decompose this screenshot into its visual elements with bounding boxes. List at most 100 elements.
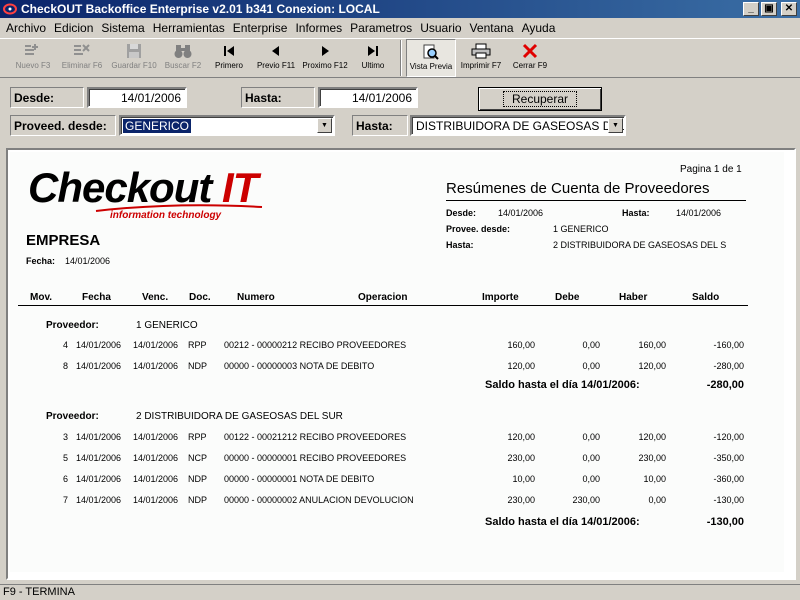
col-saldo: Saldo (692, 292, 720, 303)
saldo-label: Saldo hasta el día 14/01/2006: (485, 516, 640, 528)
proveed-hasta-value: DISTRIBUIDORA DE GASEOSAS DEL S (416, 119, 626, 133)
preview-icon (422, 42, 440, 62)
menu-ventana[interactable]: Ventana (466, 21, 518, 35)
cerrar-label: Cerrar F9 (512, 61, 548, 70)
col-numero: Numero (237, 292, 275, 303)
previo-label: Previo F11 (256, 61, 296, 70)
col-importe: Importe (482, 292, 519, 303)
proximo-button[interactable]: Proximo F12 (300, 39, 350, 77)
hdr-hasta-value: 14/01/2006 (676, 208, 722, 218)
toolbar: Nuevo F3 Eliminar F6 Guardar F10 Buscar … (0, 38, 800, 78)
title-underline (446, 200, 746, 201)
nuevo-button[interactable]: Nuevo F3 (10, 39, 56, 77)
menu-enterprise[interactable]: Enterprise (229, 21, 292, 35)
proveed-desde-label: Proveed. desde: (10, 115, 116, 136)
title-bar: CheckOUT Backoffice Enterprise v2.01 b34… (0, 0, 800, 18)
status-text: F9 - TERMINA (3, 586, 75, 598)
chevron-down-icon[interactable]: ▼ (317, 118, 332, 133)
hdr-desde-label: Desde: (446, 208, 477, 218)
header-rule (18, 305, 748, 306)
proveed-desde-combo[interactable]: GENERICO ▼ (119, 115, 335, 136)
recuperar-button[interactable]: Recuperar (478, 87, 602, 111)
report-title: Resúmenes de Cuenta de Proveedores (446, 180, 710, 197)
saldo-label: Saldo hasta el día 14/01/2006: (485, 379, 640, 391)
menu-sistema[interactable]: Sistema (97, 21, 148, 35)
col-operacion: Operacion (358, 292, 408, 303)
col-mov: Mov. (30, 292, 53, 303)
previous-record-icon (269, 41, 283, 61)
logo-tagline: information technology (110, 210, 222, 221)
col-haber: Haber (619, 292, 648, 303)
toolbar-separator (400, 40, 402, 76)
eliminar-label: Eliminar F6 (61, 61, 103, 70)
binoculars-icon (174, 41, 192, 61)
hdr-prov-desde-value: 1 GENERICO (553, 224, 609, 234)
minimize-button[interactable]: _ (743, 2, 759, 16)
menu-informes[interactable]: Informes (291, 21, 346, 35)
delete-icon (73, 41, 91, 61)
group-name: 1 GENERICO (136, 320, 198, 331)
vista-previa-button[interactable]: Vista Previa (406, 39, 456, 77)
buscar-button[interactable]: Buscar F2 (160, 39, 206, 77)
close-window-button[interactable]: ✕ (781, 2, 797, 16)
chevron-down-icon[interactable]: ▼ (608, 118, 623, 133)
desde-label: Desde: (10, 87, 84, 108)
group-label: Proveedor: (46, 320, 99, 331)
first-record-icon (222, 41, 236, 61)
hdr-desde-value: 14/01/2006 (498, 208, 544, 218)
menu-parametros[interactable]: Parametros (346, 21, 416, 35)
report-page: Pagina 1 de 1 Checkout IT information te… (10, 152, 784, 572)
menu-edicion[interactable]: Edicion (50, 21, 97, 35)
last-record-icon (366, 41, 380, 61)
fecha-label: Fecha: (26, 256, 56, 266)
next-record-icon (318, 41, 332, 61)
desde-date-field[interactable]: 14/01/2006 (87, 87, 187, 108)
proximo-label: Proximo F12 (302, 61, 348, 70)
saldo-total: -280,00 (706, 379, 744, 391)
guardar-button[interactable]: Guardar F10 (108, 39, 160, 77)
col-fecha: Fecha (82, 292, 111, 303)
buscar-label: Buscar F2 (164, 61, 202, 70)
hasta-date-field[interactable]: 14/01/2006 (318, 87, 418, 108)
proveed-hasta-label: Hasta: (352, 115, 408, 136)
hdr-prov-hasta-value: 2 DISTRIBUIDORA DE GASEOSAS DEL S (553, 240, 727, 250)
cerrar-button[interactable]: Cerrar F9 (506, 39, 554, 77)
primero-button[interactable]: Primero (206, 39, 252, 77)
hdr-prov-desde-label: Provee. desde: (446, 224, 511, 234)
primero-label: Primero (214, 61, 243, 70)
app-icon[interactable] (3, 2, 17, 16)
maximize-button[interactable]: ▣ (761, 2, 777, 16)
nuevo-label: Nuevo F3 (15, 61, 51, 70)
ultimo-button[interactable]: Ultimo (350, 39, 396, 77)
imprimir-label: Imprimir F7 (460, 61, 502, 70)
previo-button[interactable]: Previo F11 (252, 39, 300, 77)
imprimir-button[interactable]: Imprimir F7 (456, 39, 506, 77)
menu-archivo[interactable]: Archivo (2, 21, 50, 35)
report-preview[interactable]: Pagina 1 de 1 Checkout IT information te… (6, 148, 796, 580)
saldo-total: -130,00 (706, 516, 744, 528)
col-venc: Venc. (142, 292, 169, 303)
proveed-hasta-combo[interactable]: DISTRIBUIDORA DE GASEOSAS DEL S ▼ (410, 115, 626, 136)
menu-bar: Archivo Edicion Sistema Herramientas Ent… (0, 18, 800, 38)
status-bar: F9 - TERMINA (0, 584, 800, 600)
menu-ayuda[interactable]: Ayuda (518, 21, 560, 35)
new-doc-icon (24, 41, 42, 61)
page-number: Pagina 1 de 1 (680, 164, 742, 175)
hdr-prov-hasta-label: Hasta: (446, 240, 474, 250)
col-debe: Debe (555, 292, 580, 303)
menu-usuario[interactable]: Usuario (416, 21, 465, 35)
menu-herramientas[interactable]: Herramientas (149, 21, 229, 35)
fecha-value: 14/01/2006 (65, 256, 111, 266)
window-title: CheckOUT Backoffice Enterprise v2.01 b34… (21, 2, 380, 16)
proveed-desde-value: GENERICO (123, 119, 192, 133)
eliminar-button[interactable]: Eliminar F6 (56, 39, 108, 77)
recuperar-label: Recuperar (502, 91, 578, 107)
company-name: EMPRESA (26, 232, 101, 249)
printer-icon (471, 41, 491, 61)
group-name: 2 DISTRIBUIDORA DE GASEOSAS DEL SUR (136, 411, 343, 422)
close-icon (522, 41, 538, 61)
guardar-label: Guardar F10 (111, 61, 157, 70)
hasta-label: Hasta: (241, 87, 315, 108)
save-icon (126, 41, 142, 61)
col-doc: Doc. (189, 292, 211, 303)
